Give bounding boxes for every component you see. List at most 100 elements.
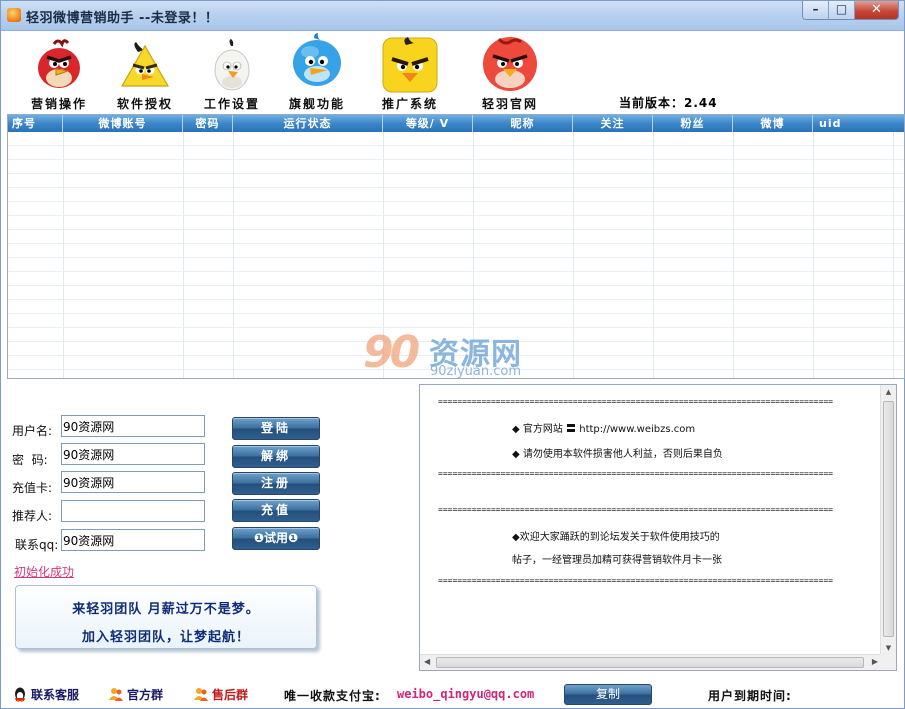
close-icon: ✕: [871, 2, 882, 17]
yellow-square-bird-icon: [382, 37, 438, 93]
separator-line: ========================================…: [438, 397, 833, 406]
column-divider: [813, 132, 814, 378]
scroll-right-icon[interactable]: ▶: [872, 657, 878, 666]
recharge-button[interactable]: 充值: [232, 499, 320, 522]
column-divider: [183, 132, 184, 378]
scroll-left-icon[interactable]: ◀: [424, 657, 430, 666]
maximize-icon: □: [835, 2, 848, 16]
column-divider: [893, 132, 894, 378]
toolbar-label: 旗舰功能: [288, 97, 345, 111]
register-button[interactable]: 注册: [232, 472, 320, 495]
watermark-logo: 90 资源网 90ziyuan.com: [363, 327, 543, 383]
toolbar-label: 工作设置: [203, 97, 260, 111]
notice-line-website: ◆ 官方网站 〓 http://www.weibzs.com: [512, 424, 696, 435]
init-status-link[interactable]: 初始化成功: [14, 563, 74, 580]
toolbar-item-marketing[interactable]: 营销操作: [19, 32, 99, 114]
password-input[interactable]: [61, 443, 205, 465]
column-header[interactable]: 粉丝: [653, 115, 733, 132]
scroll-up-icon[interactable]: ▲: [881, 388, 896, 396]
minimize-button[interactable]: –: [803, 1, 829, 19]
aftersale-group-link[interactable]: 售后群: [193, 686, 248, 703]
password-label: 密 码:: [12, 453, 48, 467]
column-divider: [733, 132, 734, 378]
maximize-button[interactable]: □: [829, 1, 855, 19]
qq-penguin-icon: [15, 687, 25, 702]
horizontal-scrollbar[interactable]: ◀ ▶: [420, 654, 882, 670]
payment-label: 唯一收款支付宝:: [284, 689, 381, 703]
column-divider: [653, 132, 654, 378]
official-group-link[interactable]: 官方群: [108, 686, 163, 703]
separator-line: ========================================…: [438, 469, 833, 478]
card-input[interactable]: [61, 471, 205, 493]
toolbar: 营销操作 软件授权 工作设置 旗舰功能 推广系统 轻羽官网 当前版本：2.44: [2, 32, 904, 114]
login-button[interactable]: 登陆: [232, 417, 320, 440]
vertical-scroll-thumb[interactable]: [883, 401, 894, 637]
notice-line-warning: ◆ 请勿使用本软件损害他人利益，否则后果自负: [512, 449, 723, 460]
column-header[interactable]: 密码: [183, 115, 233, 132]
toolbar-label: 轻羽官网: [481, 97, 538, 111]
toolbar-item-settings[interactable]: 工作设置: [192, 32, 272, 114]
column-header[interactable]: 等级/ V: [383, 115, 473, 132]
red-bird-icon: [38, 39, 80, 88]
horizontal-scroll-thumb[interactable]: [436, 657, 864, 668]
promo-line-2: 加入轻羽团队，让梦起航！: [81, 630, 250, 645]
toolbar-label: 推广系统: [381, 97, 438, 111]
toolbar-label: 软件授权: [116, 97, 173, 111]
referrer-label: 推荐人:: [12, 509, 53, 523]
watermark-domain: 90ziyuan.com: [430, 364, 522, 379]
bottom-bar: 联系客服 官方群 售后群 唯一收款支付宝: weibo_qingyu@qq.co…: [1, 681, 904, 709]
notice-line-forum: ◆欢迎大家踊跃的到论坛发关于软件使用技巧的: [512, 532, 720, 543]
referrer-input[interactable]: [61, 500, 205, 522]
qq-label: 联系qq:: [15, 538, 59, 552]
trial-button[interactable]: ❶试用❶: [232, 527, 320, 550]
payment-email: weibo_qingyu@qq.com: [397, 687, 535, 701]
close-button[interactable]: ✕: [855, 1, 898, 19]
qq-input[interactable]: [61, 529, 205, 551]
column-header[interactable]: 昵称: [473, 115, 573, 132]
copy-button[interactable]: 复制: [564, 684, 652, 705]
table-header: 序号 微博账号 密码 运行状态 等级/ V 昵称 关注 粉丝 微博 uid: [8, 115, 904, 132]
group-users-icon: [194, 688, 208, 701]
red-round-bird-icon: [483, 37, 537, 91]
toolbar-item-flagship[interactable]: 旗舰功能: [277, 32, 357, 114]
card-label: 充值卡:: [12, 481, 53, 495]
column-divider: [233, 132, 234, 378]
contact-support-label: 联系客服: [31, 688, 80, 702]
scroll-down-icon[interactable]: ▼: [881, 644, 896, 652]
column-header[interactable]: 微博: [733, 115, 813, 132]
title-bar[interactable]: 轻羽微博营销助手 --未登录！！ – □ ✕: [1, 1, 904, 31]
column-header[interactable]: 关注: [573, 115, 653, 132]
unbind-button[interactable]: 解绑: [232, 445, 320, 468]
column-header[interactable]: 序号: [8, 115, 63, 132]
blue-bird-icon: [293, 33, 341, 86]
separator-line: ========================================…: [438, 505, 833, 514]
vertical-scrollbar[interactable]: ▲ ▼: [880, 385, 896, 655]
scroll-corner: [880, 654, 896, 670]
expire-time-label: 用户到期时间:: [708, 689, 792, 703]
group-users-icon: [109, 688, 123, 701]
notice-text-area[interactable]: ========================================…: [419, 384, 897, 671]
column-divider: [573, 132, 574, 378]
username-label: 用户名:: [12, 424, 53, 438]
watermark-number: 90: [363, 327, 420, 378]
column-header[interactable]: 运行状态: [233, 115, 383, 132]
column-divider: [63, 132, 64, 378]
app-window: 轻羽微博营销助手 --未登录！！ – □ ✕ 营销操作 软件授权 工作设置 旗舰…: [0, 0, 905, 709]
version-label: 当前版本：2.44: [619, 96, 718, 110]
promo-banner[interactable]: 来轻羽团队 月薪过万不是梦。 加入轻羽团队，让梦起航！: [15, 585, 317, 649]
contact-support-link[interactable]: 联系客服: [12, 686, 79, 703]
toolbar-label: 营销操作: [30, 97, 87, 111]
minimize-icon: –: [812, 2, 819, 16]
toolbar-item-official-site[interactable]: 轻羽官网: [470, 32, 550, 114]
column-header[interactable]: 微博账号: [63, 115, 183, 132]
separator-line: ========================================…: [438, 576, 833, 585]
toolbar-item-promotion[interactable]: 推广系统: [370, 32, 450, 114]
yellow-bird-icon: [120, 42, 170, 87]
official-group-label: 官方群: [127, 688, 164, 702]
toolbar-item-license[interactable]: 软件授权: [105, 32, 185, 114]
window-controls: – □ ✕: [802, 1, 899, 20]
username-input[interactable]: [61, 415, 205, 437]
aftersale-group-label: 售后群: [212, 688, 249, 702]
notice-line-reward: 帖子，一经管理员加精可获得营销软件月卡一张: [512, 555, 722, 566]
column-header[interactable]: uid: [813, 115, 904, 132]
